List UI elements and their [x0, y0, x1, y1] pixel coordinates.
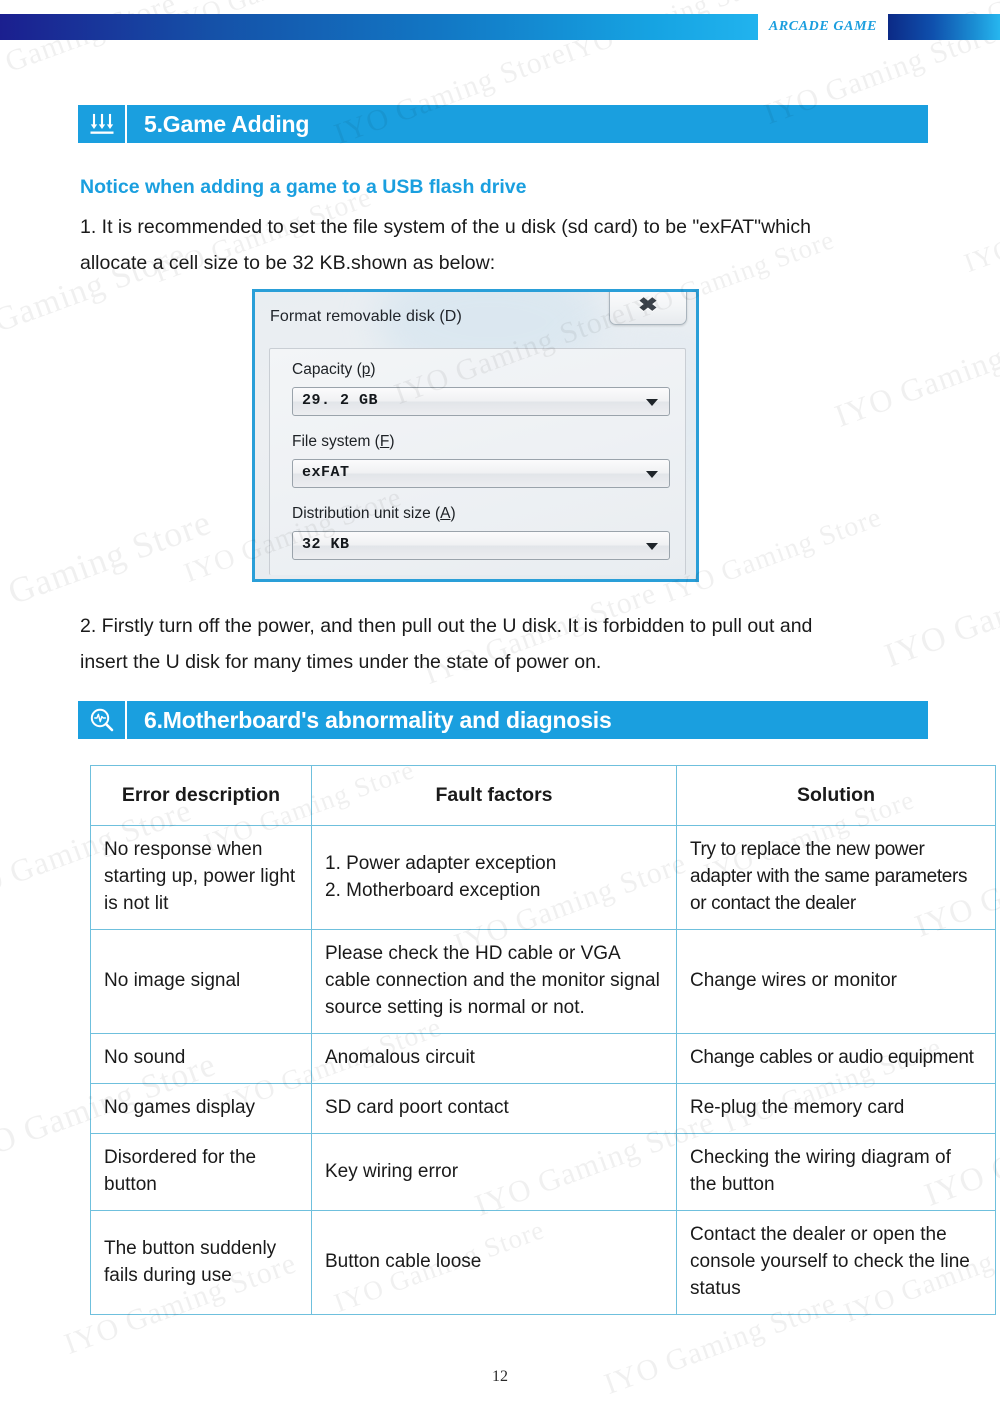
capacity-dropdown[interactable]: 29. 2 GB — [292, 387, 670, 416]
allocation-unit-label: Distribution unit size (A) — [292, 505, 456, 523]
instruction-1-line-1: 1. It is recommended to set the file sys… — [80, 216, 811, 238]
cell-solution: Contact the dealer or open the console y… — [676, 1210, 996, 1315]
table-row: No image signal Please check the HD cable… — [90, 929, 996, 1034]
close-icon[interactable]: ✖ — [609, 292, 687, 325]
section-heading-game-adding: 5.Game Adding — [78, 105, 928, 143]
instruction-2-line-2: insert the U disk for many times under t… — [80, 651, 602, 673]
instruction-1-line-2: allocate a cell size to be 32 KB.shown a… — [80, 252, 496, 274]
allocation-unit-label-end: ) — [450, 505, 456, 522]
file-system-label: File system (F) — [292, 433, 394, 451]
cell-fault: Button cable loose — [311, 1210, 677, 1315]
cell-error: No image signal — [90, 929, 312, 1034]
dialog-titlebar: Format removable disk (D) ✖ — [255, 292, 696, 344]
table-row: Disordered for the button Key wiring erro… — [90, 1133, 996, 1211]
watermark-text: IYO Gaming Store — [960, 174, 1000, 279]
instruction-2-line-1: 2. Firstly turn off the power, and then … — [80, 615, 813, 637]
capacity-label: Capacity (p) — [292, 361, 376, 379]
table-row: No games display SD card poort contact Re-… — [90, 1083, 996, 1134]
instruction-paragraph-2: 2. Firstly turn off the power, and then … — [80, 608, 950, 680]
cell-solution: Change wires or monitor — [676, 929, 996, 1034]
section-title-text: 6.Motherboard's abnormality and diagnosi… — [144, 706, 612, 733]
capacity-label-text: Capacity ( — [292, 361, 362, 378]
cell-error: No response when starting up, power ligh… — [90, 825, 312, 930]
cell-error: No sound — [90, 1033, 312, 1084]
allocation-unit-dropdown[interactable]: 32 KB — [292, 531, 670, 560]
chevron-down-icon — [646, 543, 658, 550]
chevron-down-icon — [646, 471, 658, 478]
magnifier-diagnostic-icon — [78, 701, 127, 739]
watermark-text: IYO Gaming Store — [830, 311, 1000, 434]
cell-fault: 1. Power adapter exception 2. Motherboard… — [311, 825, 677, 930]
allocation-unit-value: 32 KB — [302, 536, 350, 553]
table-header-row: Error description Fault factors Solution — [90, 765, 996, 826]
close-icon-glyph: ✖ — [638, 294, 658, 316]
banner-title: ARCADE GAME — [768, 19, 878, 34]
table-row: No sound Anomalous circuit Change cables o… — [90, 1033, 996, 1084]
file-system-value: exFAT — [302, 464, 350, 481]
diagnosis-table: Error description Fault factors Solution… — [90, 765, 996, 1315]
cell-fault: SD card poort contact — [311, 1083, 677, 1134]
file-system-dropdown[interactable]: exFAT — [292, 459, 670, 488]
document-page: IYO Gaming StoreIYO Gaming StoreIYO Gami… — [0, 0, 1000, 1408]
cell-fault: Key wiring error — [311, 1133, 677, 1211]
table-body: No response when starting up, power ligh… — [90, 825, 996, 1315]
table-row: The button suddenly fails during use Butt… — [90, 1210, 996, 1315]
notice-subheading: Notice when adding a game to a USB flash… — [80, 176, 527, 198]
page-number: 12 — [492, 1368, 508, 1385]
file-system-accel: F — [379, 433, 390, 450]
download-arrows-icon — [78, 105, 127, 143]
cell-solution: Change cables or audio equipment — [676, 1033, 996, 1084]
page-header-banner: ARCADE GAME — [0, 14, 1000, 40]
column-header-fault: Fault factors — [311, 765, 677, 826]
cell-solution: Checking the wiring diagram of the butto… — [676, 1133, 996, 1211]
cell-solution: Try to replace the new power adapter wit… — [676, 825, 996, 930]
cell-error: The button suddenly fails during use — [90, 1210, 312, 1315]
allocation-unit-label-text: Distribution unit size ( — [292, 505, 441, 522]
banner-label-gap: ARCADE GAME — [758, 14, 888, 40]
file-system-label-text: File system ( — [292, 433, 380, 450]
chevron-down-icon — [646, 399, 658, 406]
banner-gradient-right — [888, 14, 1000, 40]
table-row: No response when starting up, power ligh… — [90, 825, 996, 930]
table-header: Error description Fault factors Solution — [90, 765, 996, 826]
banner-gradient-left — [0, 14, 758, 40]
column-header-solution: Solution — [676, 765, 996, 826]
cell-solution: Re-plug the memory card — [676, 1083, 996, 1134]
file-system-label-end: ) — [389, 433, 395, 450]
cell-fault: Anomalous circuit — [311, 1033, 677, 1084]
dialog-options-panel: Capacity (p) 29. 2 GB File system (F) ex… — [269, 348, 686, 575]
dialog-title: Format removable disk (D) — [270, 308, 462, 325]
cell-error: Disordered for the button — [90, 1133, 312, 1211]
column-header-error: Error description — [90, 765, 312, 826]
format-removable-disk-dialog: Format removable disk (D) ✖ Capacity (p)… — [252, 289, 699, 582]
section-heading-diagnosis: 6.Motherboard's abnormality and diagnosi… — [78, 701, 928, 739]
section-title-text: 5.Game Adding — [144, 110, 310, 137]
cell-fault: Please check the HD cable or VGA cable c… — [311, 929, 677, 1034]
instruction-paragraph-1: 1. It is recommended to set the file sys… — [80, 209, 940, 281]
capacity-value: 29. 2 GB — [302, 392, 379, 409]
capacity-label-end: ) — [370, 361, 376, 378]
cell-error: No games display — [90, 1083, 312, 1134]
allocation-unit-accel: A — [440, 505, 451, 522]
